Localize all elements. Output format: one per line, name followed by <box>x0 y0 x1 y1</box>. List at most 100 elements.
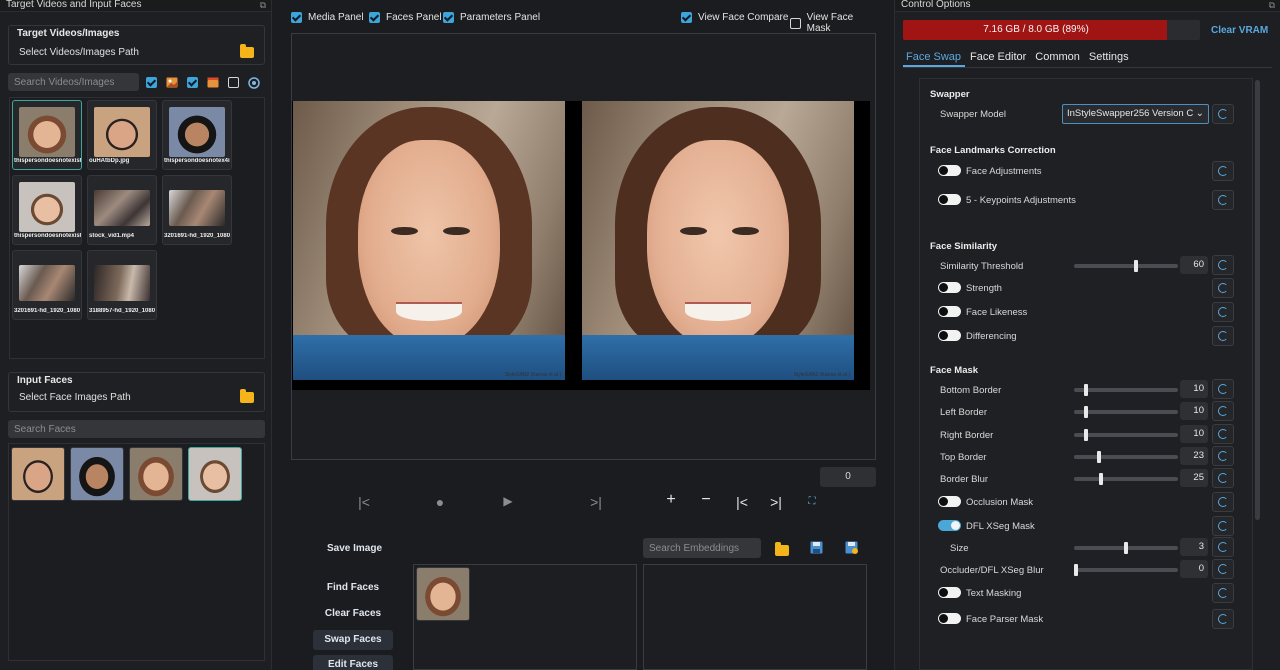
thumbnail-item[interactable]: ouHAtbDp.jpg <box>87 100 157 170</box>
webcam-filter-checkbox[interactable] <box>228 76 239 88</box>
input-face-item[interactable] <box>70 447 124 501</box>
keypoints-adjustments-toggle[interactable] <box>938 194 961 205</box>
occluder-blur-value[interactable]: 0 <box>1180 560 1208 578</box>
parameters-panel-toggle[interactable]: Parameters Panel <box>443 12 540 23</box>
reset-icon[interactable] <box>1212 468 1234 488</box>
frame-number-field[interactable]: 0 <box>820 467 876 487</box>
reset-icon[interactable] <box>1212 559 1234 579</box>
dfl-xseg-mask-toggle[interactable] <box>938 520 961 531</box>
face-parser-mask-toggle[interactable] <box>938 613 961 624</box>
face-likeness-toggle[interactable] <box>938 306 961 317</box>
right-border-slider[interactable] <box>1074 429 1178 441</box>
thumbnail-item[interactable]: thispersondoesnotex4i <box>162 100 232 170</box>
similarity-threshold-slider[interactable] <box>1074 260 1178 272</box>
next-frame-icon[interactable]: >| <box>586 494 606 510</box>
slider-handle[interactable] <box>1074 564 1078 576</box>
text-masking-toggle[interactable] <box>938 587 961 598</box>
find-faces-button[interactable]: Find Faces <box>313 578 393 598</box>
view-face-compare-toggle[interactable]: View Face Compare <box>681 12 788 23</box>
reset-icon[interactable] <box>1212 255 1234 275</box>
bottom-border-value[interactable]: 10 <box>1180 380 1208 398</box>
reset-icon[interactable] <box>1212 278 1234 298</box>
slider-handle[interactable] <box>1084 406 1088 418</box>
swap-faces-button[interactable]: Swap Faces <box>313 630 393 650</box>
search-embeddings-input[interactable] <box>643 538 761 558</box>
clear-vram-button[interactable]: Clear VRAM <box>1211 25 1268 36</box>
thumbnail-item[interactable]: stock_vid1.mp4 <box>87 175 157 245</box>
slider-handle[interactable] <box>1084 429 1088 441</box>
remove-marker-icon[interactable]: − <box>696 491 716 509</box>
input-face-item[interactable] <box>11 447 65 501</box>
thumbnail-item[interactable]: 3201691-hd_1920_1080 <box>12 250 82 320</box>
left-border-slider[interactable] <box>1074 406 1178 418</box>
top-border-value[interactable]: 23 <box>1180 447 1208 465</box>
save-image-button[interactable]: Save Image <box>327 543 382 554</box>
swapper-model-select[interactable]: InStyleSwapper256 Version C ⌄ <box>1062 104 1209 124</box>
reset-icon[interactable] <box>1212 516 1234 536</box>
strength-toggle[interactable] <box>938 282 961 293</box>
media-panel-toggle[interactable]: Media Panel <box>291 12 364 23</box>
float-panel-icon[interactable]: ⧉ <box>260 0 266 10</box>
reset-icon[interactable] <box>1212 609 1234 629</box>
next-marker-icon[interactable]: >| <box>766 494 786 510</box>
reset-icon[interactable] <box>1212 492 1234 512</box>
slider-handle[interactable] <box>1124 542 1128 554</box>
reset-icon[interactable] <box>1212 326 1234 346</box>
border-blur-value[interactable]: 25 <box>1180 469 1208 487</box>
detected-face-item[interactable] <box>416 567 470 621</box>
tab-common[interactable]: Common <box>1032 50 1084 67</box>
save-as-embeddings-icon[interactable] <box>845 541 858 557</box>
parameters-scrollbar[interactable] <box>1255 80 1260 520</box>
similarity-threshold-value[interactable]: 60 <box>1180 256 1208 274</box>
select-videos-path-button[interactable]: Select Videos/Images Path <box>9 40 264 64</box>
reset-icon[interactable] <box>1212 161 1234 181</box>
images-filter-checkbox[interactable] <box>146 76 157 88</box>
slider-handle[interactable] <box>1099 473 1103 485</box>
reset-icon[interactable] <box>1212 537 1234 557</box>
differencing-toggle[interactable] <box>938 330 961 341</box>
input-face-item[interactable] <box>129 447 183 501</box>
add-marker-icon[interactable]: + <box>661 491 681 509</box>
thumbnail-item[interactable]: 3201691-hd_1920_1080 <box>162 175 232 245</box>
input-face-item[interactable] <box>188 447 242 501</box>
view-face-mask-toggle[interactable]: View Face Mask <box>790 12 877 34</box>
reset-icon[interactable] <box>1212 190 1234 210</box>
select-face-path-button[interactable]: Select Face Images Path <box>9 385 264 409</box>
clear-faces-button[interactable]: Clear Faces <box>313 604 393 624</box>
left-border-value[interactable]: 10 <box>1180 402 1208 420</box>
reset-icon[interactable] <box>1212 446 1234 466</box>
right-border-value[interactable]: 10 <box>1180 425 1208 443</box>
tab-face-swap[interactable]: Face Swap <box>903 50 966 67</box>
top-border-slider[interactable] <box>1074 451 1178 463</box>
play-icon[interactable]: ▶ <box>498 494 518 508</box>
reset-icon[interactable] <box>1212 104 1234 124</box>
occluder-blur-slider[interactable] <box>1074 564 1178 576</box>
slider-handle[interactable] <box>1134 260 1138 272</box>
reset-icon[interactable] <box>1212 379 1234 399</box>
float-panel-icon[interactable]: ⧉ <box>1269 0 1275 10</box>
previous-frame-icon[interactable]: |< <box>354 494 374 510</box>
size-value[interactable]: 3 <box>1180 538 1208 556</box>
slider-handle[interactable] <box>1084 384 1088 396</box>
reset-icon[interactable] <box>1212 302 1234 322</box>
previous-marker-icon[interactable]: |< <box>732 494 752 510</box>
save-embeddings-icon[interactable] <box>810 541 823 557</box>
reset-icon[interactable] <box>1212 401 1234 421</box>
open-embeddings-icon[interactable] <box>775 542 789 556</box>
search-videos-input[interactable] <box>8 73 139 91</box>
reset-icon[interactable] <box>1212 583 1234 603</box>
faces-panel-toggle[interactable]: Faces Panel <box>369 12 442 23</box>
thumbnail-item[interactable]: thispersondoesnotexist <box>12 100 82 170</box>
videos-filter-checkbox[interactable] <box>187 76 198 88</box>
slider-handle[interactable] <box>1097 451 1101 463</box>
edit-faces-button[interactable]: Edit Faces <box>313 655 393 670</box>
bottom-border-slider[interactable] <box>1074 384 1178 396</box>
thumbnail-item[interactable]: 3188957-hd_1920_1080 <box>87 250 157 320</box>
media-viewer[interactable]: StyleGAN2 (Karras et al.) StyleGAN2 (Kar… <box>291 33 876 460</box>
face-adjustments-toggle[interactable] <box>938 165 961 176</box>
record-icon[interactable]: ● <box>430 494 450 510</box>
border-blur-slider[interactable] <box>1074 473 1178 485</box>
occlusion-mask-toggle[interactable] <box>938 496 961 507</box>
thumbnail-item[interactable]: thispersondoesnotexist <box>12 175 82 245</box>
fullscreen-icon[interactable]: ⛶ <box>802 496 822 507</box>
